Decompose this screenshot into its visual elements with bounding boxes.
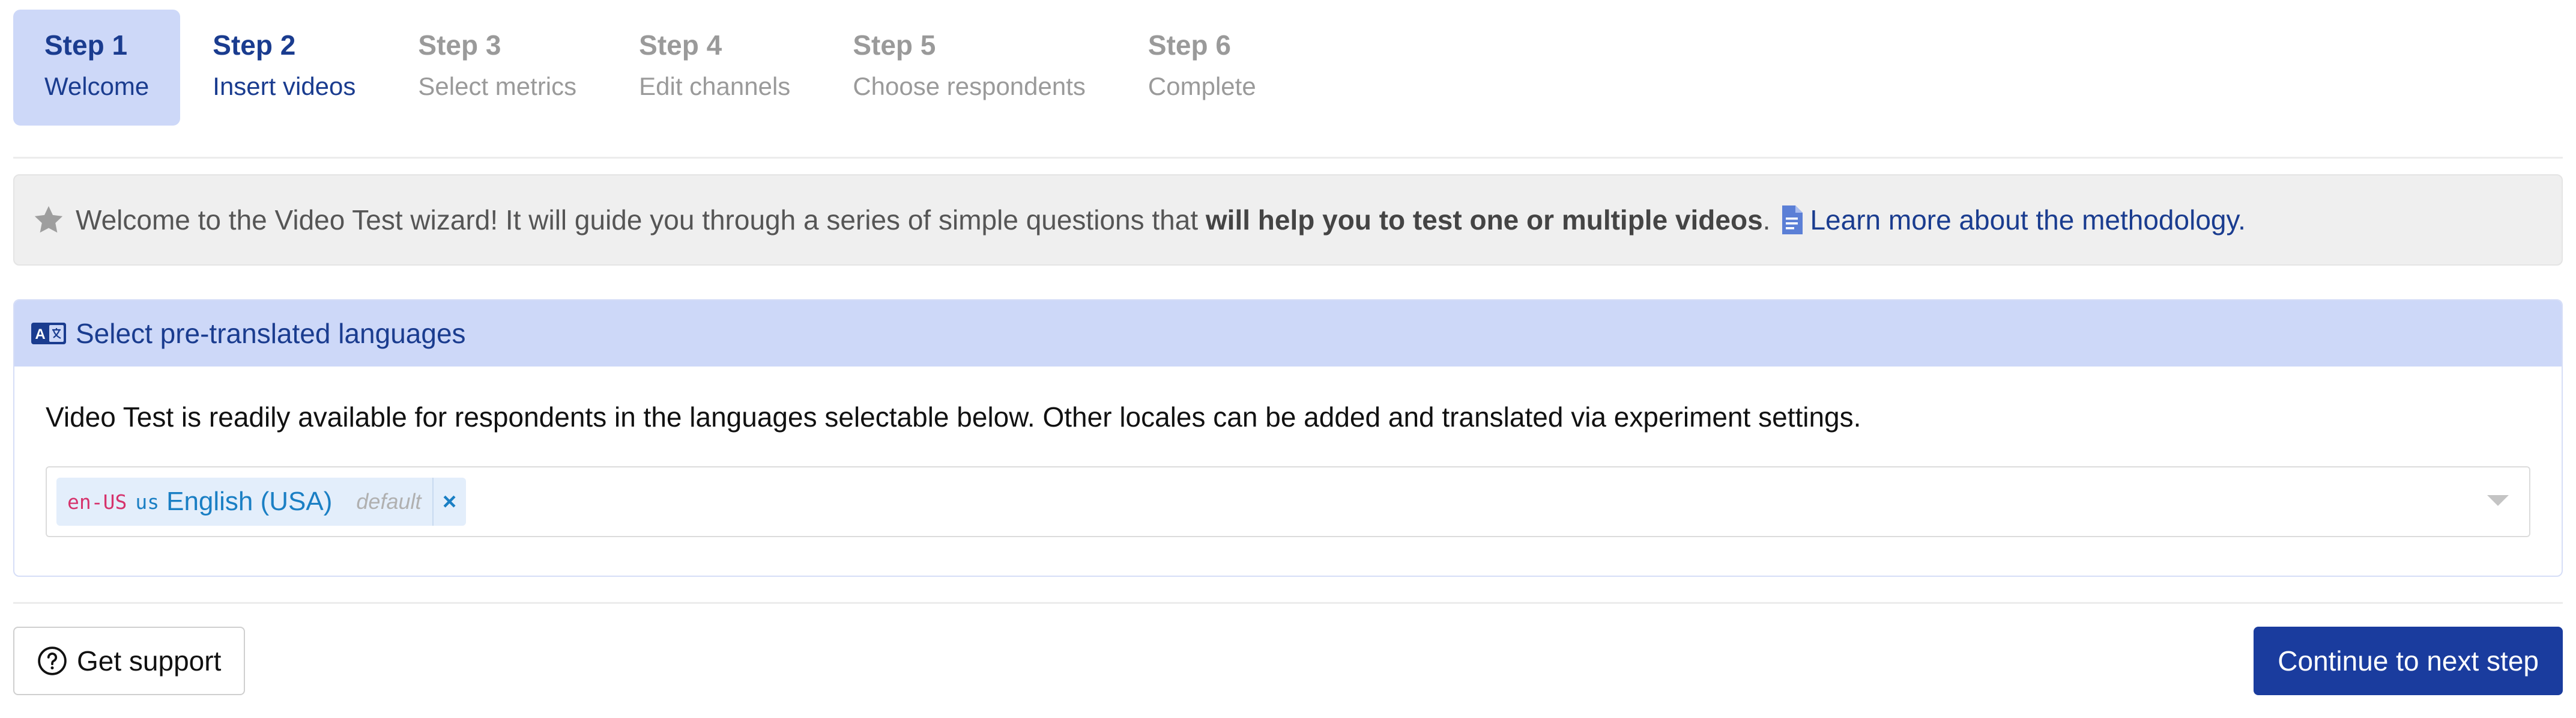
welcome-text: Welcome to the Video Test wizard! It wil… <box>76 204 1206 236</box>
languages-description: Video Test is readily available for resp… <box>46 401 1861 433</box>
step-5: Step 5 Choose respondents <box>821 10 1117 126</box>
wizard-footer: Get support Continue to next step <box>13 627 2563 717</box>
step-subtitle: Insert videos <box>213 72 356 100</box>
methodology-link[interactable]: Learn more about the methodology. <box>1810 204 2245 236</box>
default-badge: default <box>356 489 422 514</box>
wizard-stepper: Step 1 Welcome Step 2 Insert videos Step… <box>13 0 2563 126</box>
step-title: Step 5 <box>853 29 936 61</box>
step-title: Step 1 <box>44 29 128 61</box>
step-title: Step 4 <box>639 29 722 61</box>
step-3: Step 3 Select metrics <box>387 10 608 126</box>
divider <box>13 602 2563 604</box>
step-subtitle: Complete <box>1147 72 1256 100</box>
document-icon <box>1781 205 1803 234</box>
step-subtitle: Edit channels <box>639 72 791 100</box>
welcome-alert: Welcome to the Video Test wizard! It wil… <box>13 174 2563 266</box>
welcome-text-end: . <box>1762 204 1771 236</box>
step-4: Step 4 Edit channels <box>608 10 821 126</box>
step-subtitle: Choose respondents <box>853 72 1086 100</box>
remove-tag-button[interactable]: × <box>432 478 466 526</box>
step-title: Step 3 <box>418 29 501 61</box>
get-support-label: Get support <box>77 645 222 677</box>
languages-card-body: Video Test is readily available for resp… <box>14 367 2562 537</box>
continue-button[interactable]: Continue to next step <box>2254 627 2563 695</box>
translate-icon: A <box>31 321 66 345</box>
step-title: Step 6 <box>1147 29 1231 61</box>
step-title: Step 2 <box>213 29 296 61</box>
languages-card-header: A Select pre-translated languages <box>14 300 2562 367</box>
step-subtitle: Welcome <box>44 72 150 100</box>
languages-card-title: Select pre-translated languages <box>76 318 466 349</box>
languages-card: A Select pre-translated languages Video … <box>13 299 2563 577</box>
welcome-text-bold: will help you to test one or multiple vi… <box>1205 204 1763 236</box>
wizard-page: Step 1 Welcome Step 2 Insert videos Step… <box>0 0 2576 718</box>
step-subtitle: Select metrics <box>418 72 577 100</box>
star-icon <box>32 204 65 236</box>
language-multiselect[interactable]: en-US us English (USA) default × <box>46 466 2530 537</box>
step-1[interactable]: Step 1 Welcome <box>13 10 181 126</box>
step-2[interactable]: Step 2 Insert videos <box>180 10 387 126</box>
divider <box>13 157 2563 159</box>
chevron-down-icon[interactable] <box>2487 495 2509 506</box>
language-tag-en-us: en-US us English (USA) default × <box>56 478 466 526</box>
language-name: English (USA) <box>166 487 333 516</box>
get-support-button[interactable]: Get support <box>13 627 246 695</box>
question-circle-icon <box>37 646 67 676</box>
step-6: Step 6 Complete <box>1117 10 1287 126</box>
svg-text:A: A <box>35 326 45 342</box>
country-code: us <box>135 490 160 514</box>
locale-code: en-US <box>67 490 127 514</box>
